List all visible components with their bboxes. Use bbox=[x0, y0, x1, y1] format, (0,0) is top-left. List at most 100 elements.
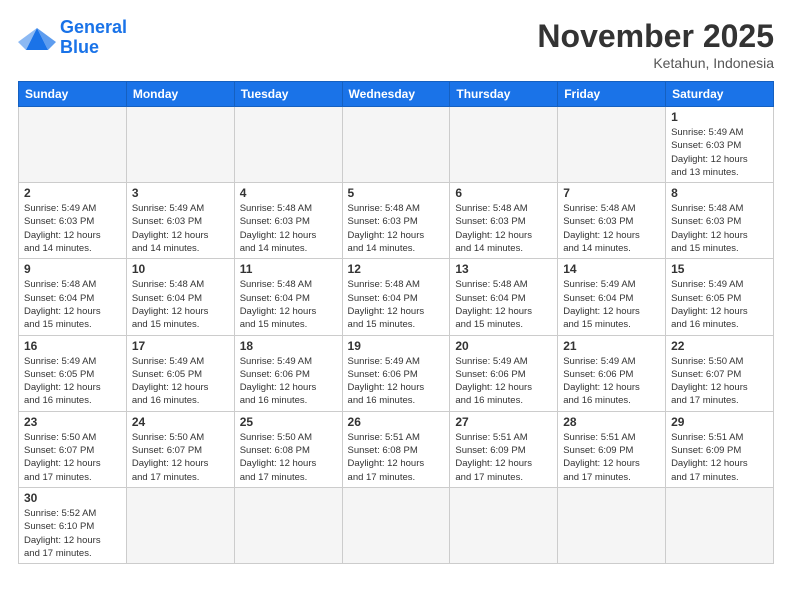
day-num: 10 bbox=[132, 262, 229, 276]
day-num: 6 bbox=[455, 186, 552, 200]
header-friday: Friday bbox=[558, 82, 666, 107]
weekday-header-row: Sunday Monday Tuesday Wednesday Thursday… bbox=[19, 82, 774, 107]
logo-blue: Blue bbox=[60, 37, 99, 57]
day-num: 9 bbox=[24, 262, 121, 276]
empty-cell bbox=[126, 107, 234, 183]
day-info: Sunrise: 5:48 AMSunset: 6:04 PMDaylight:… bbox=[348, 278, 445, 331]
day-info: Sunrise: 5:48 AMSunset: 6:03 PMDaylight:… bbox=[240, 202, 337, 255]
day-num: 7 bbox=[563, 186, 660, 200]
day-info: Sunrise: 5:48 AMSunset: 6:03 PMDaylight:… bbox=[455, 202, 552, 255]
day-num: 4 bbox=[240, 186, 337, 200]
day-info: Sunrise: 5:48 AMSunset: 6:04 PMDaylight:… bbox=[240, 278, 337, 331]
empty-cell bbox=[126, 487, 234, 563]
empty-cell bbox=[558, 107, 666, 183]
day-info: Sunrise: 5:49 AMSunset: 6:03 PMDaylight:… bbox=[24, 202, 121, 255]
day-num: 21 bbox=[563, 339, 660, 353]
day-num: 27 bbox=[455, 415, 552, 429]
empty-cell bbox=[19, 107, 127, 183]
day-26: 26 Sunrise: 5:51 AMSunset: 6:08 PMDaylig… bbox=[342, 411, 450, 487]
empty-cell bbox=[450, 107, 558, 183]
day-info: Sunrise: 5:49 AMSunset: 6:06 PMDaylight:… bbox=[240, 355, 337, 408]
day-info: Sunrise: 5:50 AMSunset: 6:07 PMDaylight:… bbox=[671, 355, 768, 408]
day-30: 30 Sunrise: 5:52 AMSunset: 6:10 PMDaylig… bbox=[19, 487, 127, 563]
empty-cell bbox=[342, 487, 450, 563]
day-info: Sunrise: 5:49 AMSunset: 6:03 PMDaylight:… bbox=[132, 202, 229, 255]
day-27: 27 Sunrise: 5:51 AMSunset: 6:09 PMDaylig… bbox=[450, 411, 558, 487]
week-row-2: 2 Sunrise: 5:49 AMSunset: 6:03 PMDayligh… bbox=[19, 183, 774, 259]
day-21: 21 Sunrise: 5:49 AMSunset: 6:06 PMDaylig… bbox=[558, 335, 666, 411]
day-11: 11 Sunrise: 5:48 AMSunset: 6:04 PMDaylig… bbox=[234, 259, 342, 335]
day-num: 18 bbox=[240, 339, 337, 353]
day-info: Sunrise: 5:49 AMSunset: 6:05 PMDaylight:… bbox=[671, 278, 768, 331]
day-info: Sunrise: 5:48 AMSunset: 6:03 PMDaylight:… bbox=[671, 202, 768, 255]
day-num: 2 bbox=[24, 186, 121, 200]
day-20: 20 Sunrise: 5:49 AMSunset: 6:06 PMDaylig… bbox=[450, 335, 558, 411]
day-num: 13 bbox=[455, 262, 552, 276]
day-23: 23 Sunrise: 5:50 AMSunset: 6:07 PMDaylig… bbox=[19, 411, 127, 487]
day-29: 29 Sunrise: 5:51 AMSunset: 6:09 PMDaylig… bbox=[666, 411, 774, 487]
empty-cell bbox=[342, 107, 450, 183]
day-num: 15 bbox=[671, 262, 768, 276]
logo-text: General Blue bbox=[60, 18, 127, 58]
day-info: Sunrise: 5:51 AMSunset: 6:09 PMDaylight:… bbox=[563, 431, 660, 484]
day-28: 28 Sunrise: 5:51 AMSunset: 6:09 PMDaylig… bbox=[558, 411, 666, 487]
day-24: 24 Sunrise: 5:50 AMSunset: 6:07 PMDaylig… bbox=[126, 411, 234, 487]
day-13: 13 Sunrise: 5:48 AMSunset: 6:04 PMDaylig… bbox=[450, 259, 558, 335]
header-monday: Monday bbox=[126, 82, 234, 107]
day-info: Sunrise: 5:48 AMSunset: 6:04 PMDaylight:… bbox=[132, 278, 229, 331]
day-9: 9 Sunrise: 5:48 AMSunset: 6:04 PMDayligh… bbox=[19, 259, 127, 335]
day-num: 19 bbox=[348, 339, 445, 353]
day-num: 28 bbox=[563, 415, 660, 429]
day-17: 17 Sunrise: 5:49 AMSunset: 6:05 PMDaylig… bbox=[126, 335, 234, 411]
day-15: 15 Sunrise: 5:49 AMSunset: 6:05 PMDaylig… bbox=[666, 259, 774, 335]
day-num: 12 bbox=[348, 262, 445, 276]
logo-icon bbox=[18, 22, 56, 54]
day-22: 22 Sunrise: 5:50 AMSunset: 6:07 PMDaylig… bbox=[666, 335, 774, 411]
day-12: 12 Sunrise: 5:48 AMSunset: 6:04 PMDaylig… bbox=[342, 259, 450, 335]
day-num: 5 bbox=[348, 186, 445, 200]
day-info: Sunrise: 5:49 AMSunset: 6:03 PMDaylight:… bbox=[671, 126, 768, 179]
day-info: Sunrise: 5:49 AMSunset: 6:04 PMDaylight:… bbox=[563, 278, 660, 331]
month-title: November 2025 bbox=[537, 18, 774, 55]
empty-cell bbox=[666, 487, 774, 563]
day-num: 22 bbox=[671, 339, 768, 353]
page: General Blue November 2025 Ketahun, Indo… bbox=[0, 0, 792, 612]
day-info: Sunrise: 5:48 AMSunset: 6:03 PMDaylight:… bbox=[563, 202, 660, 255]
day-info: Sunrise: 5:51 AMSunset: 6:09 PMDaylight:… bbox=[671, 431, 768, 484]
day-num: 1 bbox=[671, 110, 768, 124]
day-2: 2 Sunrise: 5:49 AMSunset: 6:03 PMDayligh… bbox=[19, 183, 127, 259]
week-row-3: 9 Sunrise: 5:48 AMSunset: 6:04 PMDayligh… bbox=[19, 259, 774, 335]
day-num: 17 bbox=[132, 339, 229, 353]
day-4: 4 Sunrise: 5:48 AMSunset: 6:03 PMDayligh… bbox=[234, 183, 342, 259]
week-row-5: 23 Sunrise: 5:50 AMSunset: 6:07 PMDaylig… bbox=[19, 411, 774, 487]
header-tuesday: Tuesday bbox=[234, 82, 342, 107]
day-info: Sunrise: 5:51 AMSunset: 6:09 PMDaylight:… bbox=[455, 431, 552, 484]
day-8: 8 Sunrise: 5:48 AMSunset: 6:03 PMDayligh… bbox=[666, 183, 774, 259]
week-row-1: 1 Sunrise: 5:49 AMSunset: 6:03 PMDayligh… bbox=[19, 107, 774, 183]
header-sunday: Sunday bbox=[19, 82, 127, 107]
week-row-4: 16 Sunrise: 5:49 AMSunset: 6:05 PMDaylig… bbox=[19, 335, 774, 411]
header-thursday: Thursday bbox=[450, 82, 558, 107]
title-block: November 2025 Ketahun, Indonesia bbox=[537, 18, 774, 71]
day-num: 11 bbox=[240, 262, 337, 276]
day-25: 25 Sunrise: 5:50 AMSunset: 6:08 PMDaylig… bbox=[234, 411, 342, 487]
day-info: Sunrise: 5:49 AMSunset: 6:06 PMDaylight:… bbox=[563, 355, 660, 408]
day-info: Sunrise: 5:49 AMSunset: 6:06 PMDaylight:… bbox=[455, 355, 552, 408]
day-info: Sunrise: 5:49 AMSunset: 6:06 PMDaylight:… bbox=[348, 355, 445, 408]
day-info: Sunrise: 5:50 AMSunset: 6:08 PMDaylight:… bbox=[240, 431, 337, 484]
day-num: 24 bbox=[132, 415, 229, 429]
header-saturday: Saturday bbox=[666, 82, 774, 107]
day-3: 3 Sunrise: 5:49 AMSunset: 6:03 PMDayligh… bbox=[126, 183, 234, 259]
day-info: Sunrise: 5:49 AMSunset: 6:05 PMDaylight:… bbox=[24, 355, 121, 408]
day-6: 6 Sunrise: 5:48 AMSunset: 6:03 PMDayligh… bbox=[450, 183, 558, 259]
logo-general: General bbox=[60, 17, 127, 37]
empty-cell bbox=[234, 487, 342, 563]
day-num: 14 bbox=[563, 262, 660, 276]
day-info: Sunrise: 5:48 AMSunset: 6:03 PMDaylight:… bbox=[348, 202, 445, 255]
day-5: 5 Sunrise: 5:48 AMSunset: 6:03 PMDayligh… bbox=[342, 183, 450, 259]
day-10: 10 Sunrise: 5:48 AMSunset: 6:04 PMDaylig… bbox=[126, 259, 234, 335]
day-num: 23 bbox=[24, 415, 121, 429]
day-14: 14 Sunrise: 5:49 AMSunset: 6:04 PMDaylig… bbox=[558, 259, 666, 335]
day-19: 19 Sunrise: 5:49 AMSunset: 6:06 PMDaylig… bbox=[342, 335, 450, 411]
day-num: 8 bbox=[671, 186, 768, 200]
